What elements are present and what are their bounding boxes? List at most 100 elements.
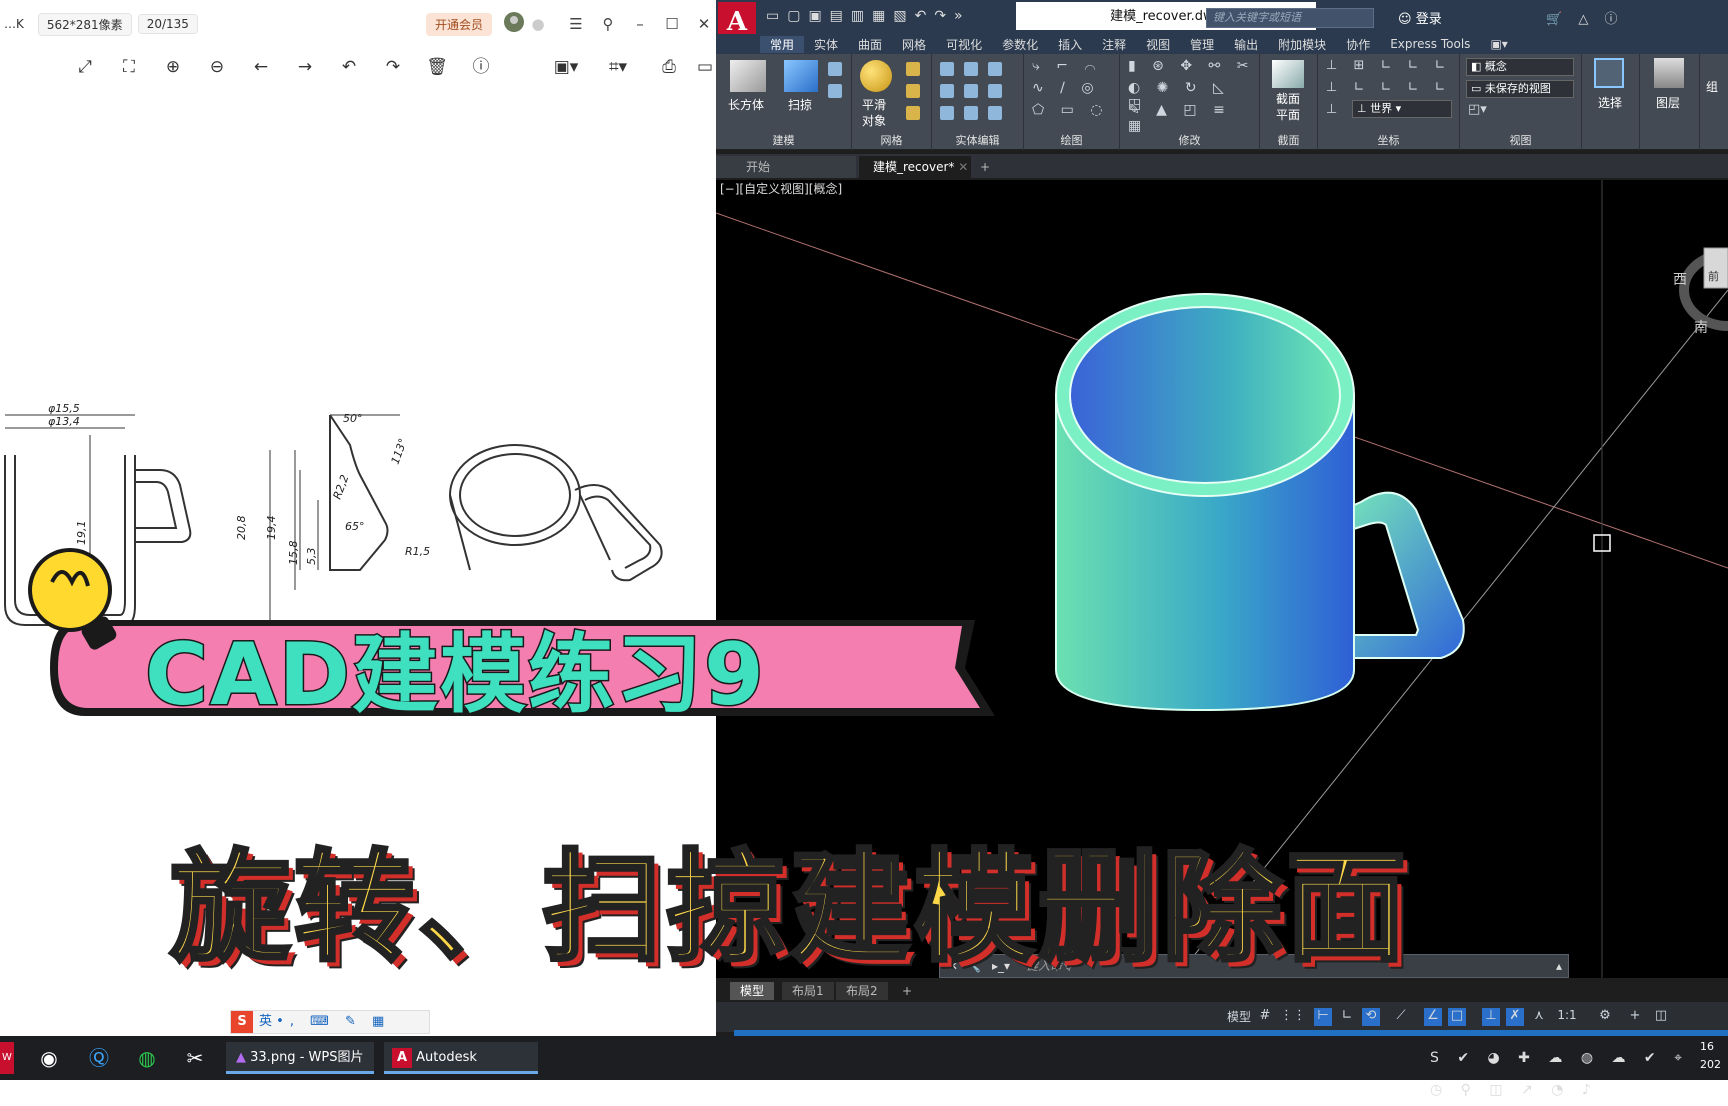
delete-icon[interactable]: 🗑 [422,52,452,82]
sweep-label[interactable]: 扫掠 [788,96,812,113]
group-label-mesh[interactable]: 网格 [852,132,931,148]
ortho-icon[interactable]: ∟ [1338,1008,1356,1026]
modify-icons-row-3[interactable]: ✎ ▲ ◰ ≡ ▦ [1128,102,1259,134]
separate-icon[interactable] [988,106,1002,120]
prev-icon[interactable]: ← [246,52,276,82]
tab-output[interactable]: 输出 [1224,36,1268,53]
slice-icon[interactable] [940,84,954,98]
ime-tools-icon[interactable]: •, ⌨ ✎ ▦ [276,1014,390,1029]
polar-icon[interactable]: ⟲ [1362,1008,1380,1026]
select-icon[interactable] [1594,58,1624,88]
viewcube-west[interactable]: 西 [1673,272,1687,288]
mesh-tool-icon-3[interactable] [906,106,920,120]
minimize-icon[interactable]: – [628,15,652,33]
ucs-icons-row-2[interactable]: ⊥ ∟ ∟ ∟ ∟ [1326,80,1451,95]
new-tab-button[interactable]: + [974,156,996,178]
system-tray-icons[interactable]: S ✔ ◕ ✚ ☁ ◍ ☁ ✔ ⌖ ◷ ⚲ ◫ ↗ ◔ ♪ [1430,1042,1690,1098]
section-label-1[interactable]: 截面 [1276,90,1300,107]
tab-addins[interactable]: 附加模块 [1268,36,1336,53]
select-label[interactable]: 选择 [1598,94,1622,111]
group-label-section[interactable]: 截面 [1260,132,1317,148]
modify-icons-row-1[interactable]: ▮ ⊛ ✥ ⚯ ✂ [1128,58,1254,74]
tab-view[interactable]: 视图 [1136,36,1180,53]
zoom-out-icon[interactable]: ⊖ [202,52,232,82]
tab-document-active[interactable]: 建模_recover* ✕ [859,156,971,178]
rotate-left-icon[interactable]: ↶ [334,52,364,82]
mesh-tool-icon-2[interactable] [906,84,920,98]
crop-icon[interactable]: ⌗▾ [598,52,638,82]
group-label-draw[interactable]: 绘图 [1024,132,1119,148]
chrome-icon[interactable]: ◉ [34,1042,64,1074]
sogou-logo-icon[interactable]: S [231,1011,253,1033]
annotation-visibility-icon[interactable]: ⋏ [1530,1008,1548,1026]
menu-icon[interactable]: ☰ [564,15,588,33]
layers-icon[interactable] [1654,58,1684,88]
fillet-edge-icon[interactable] [988,84,1002,98]
browser-q-icon[interactable]: Ⓠ [84,1042,114,1074]
ucs-icon[interactable]: ⊥ [1326,102,1337,117]
group-label-solid-edit[interactable]: 实体编辑 [932,132,1023,148]
zoom-in-icon[interactable]: ⊕ [158,52,188,82]
intersect-icon[interactable] [988,62,1002,76]
group-label-view[interactable]: 视图 [1460,132,1581,148]
section-plane-icon[interactable] [1272,60,1304,88]
close-tab-icon[interactable]: ✕ [958,160,968,174]
add-icon[interactable]: + [1626,1008,1644,1026]
add-layout-button[interactable]: + [892,982,922,1000]
osnap-icon[interactable]: □ [1448,1008,1466,1026]
tab-visualize[interactable]: 可视化 [936,36,992,53]
osnap-tracking-icon[interactable]: ∠ [1424,1008,1442,1026]
tab-mesh[interactable]: 网格 [892,36,936,53]
viewcube-south[interactable]: 南 [1694,320,1708,336]
help-icons[interactable]: 🛒 △ ⓘ [1546,8,1623,27]
tab-express-tools[interactable]: Express Tools [1380,37,1480,51]
ui-lock-icon[interactable]: ◫ [1652,1008,1670,1026]
snap-icon[interactable]: ⋮⋮ [1280,1008,1306,1026]
offset-icon[interactable] [964,106,978,120]
dynamic-ucs-icon[interactable]: ⊥ [1482,1008,1500,1026]
ucs-world-select[interactable]: ⊥ 世界 ▾ [1352,100,1452,118]
group-label-coordinates[interactable]: 坐标 [1318,132,1459,148]
extract-icon[interactable] [940,106,954,120]
smooth-label-2[interactable]: 对象 [862,112,886,129]
draw-icons-row-1[interactable]: ⤷ ⌐ ⌒ [1032,58,1102,74]
tab-start[interactable]: 开始 [716,156,856,178]
group-label-modeling[interactable]: 建模 [716,132,851,148]
avatar[interactable] [502,11,526,37]
tab-layout1[interactable]: 布局1 [782,982,834,1000]
close-icon[interactable]: ✕ [692,15,716,33]
union-icon[interactable] [940,62,954,76]
ucs-icons-row-1[interactable]: ⊥ ⊞ ∟ ∟ ∟ [1326,58,1451,73]
scale-selector[interactable]: 1:1 [1554,1008,1580,1026]
vip-button[interactable]: 开通会员 [425,12,492,36]
command-expand-icon[interactable]: ▴ [1556,955,1562,977]
annotation-scale-icon[interactable]: ✗ [1506,1008,1524,1026]
qat-icons[interactable]: ▭▢▣▤▥▦▧↶↷» [766,8,971,24]
wps-app-icon[interactable]: W [0,1042,14,1074]
print-icon[interactable]: ⎙ [654,52,684,82]
close-circle-icon[interactable]: ● [526,15,550,33]
tab-more-icon[interactable]: ▣▾ [1480,37,1517,51]
visual-style-select[interactable]: ◧ 概念 [1466,58,1574,76]
clock[interactable]: 16 202 [1700,1038,1728,1071]
sweep-icon[interactable] [784,60,818,92]
tab-parametric[interactable]: 参数化 [992,36,1048,53]
search-input[interactable]: 键入关键字或短语 [1206,8,1374,28]
presspull-icon[interactable] [828,84,842,98]
tab-surface[interactable]: 曲面 [848,36,892,53]
fit-screen-icon[interactable]: ⤢ [70,52,100,82]
maximize-icon[interactable]: ☐ [660,15,684,33]
tab-insert[interactable]: 插入 [1048,36,1092,53]
tab-layout2[interactable]: 布局2 [836,982,888,1000]
draw-icons-row-3[interactable]: ⬠ ▭ ◌ [1032,102,1109,118]
more-icon[interactable]: ▭ [690,52,716,82]
tab-solid[interactable]: 实体 [804,36,848,53]
tab-model[interactable]: 模型 [730,982,775,1000]
smooth-object-icon[interactable] [860,60,892,92]
section-label-2[interactable]: 平面 [1276,106,1300,123]
tab-manage[interactable]: 管理 [1180,36,1224,53]
viewcube-front[interactable]: 前 [1708,269,1719,283]
model-space-button[interactable]: 模型 [1224,1008,1254,1026]
shell-icon[interactable] [964,84,978,98]
smooth-label-1[interactable]: 平滑 [862,96,886,113]
